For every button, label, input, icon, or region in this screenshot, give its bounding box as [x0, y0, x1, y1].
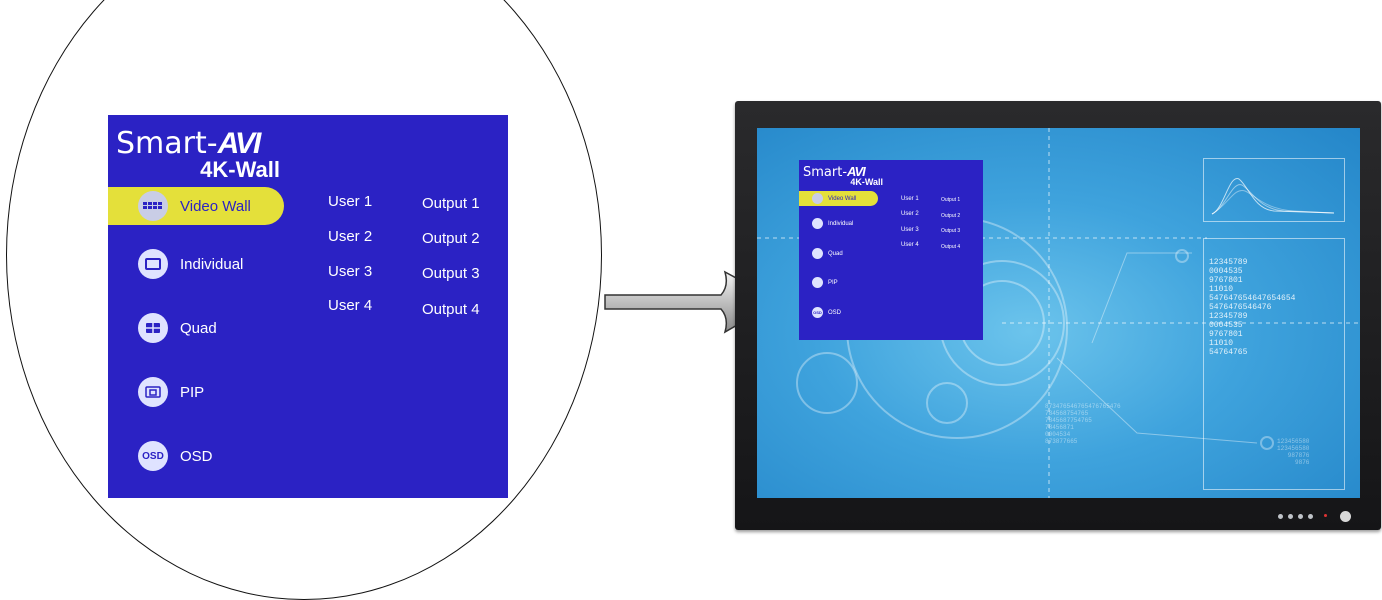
- output-2-label[interactable]: Output 2: [941, 213, 960, 219]
- monitor-button[interactable]: [1278, 514, 1283, 519]
- pip-icon: [138, 377, 168, 407]
- user-3-label[interactable]: User 3: [328, 263, 372, 280]
- quad-icon: [138, 313, 168, 343]
- output-4-label[interactable]: Output 4: [941, 244, 960, 250]
- output-2-label[interactable]: Output 2: [422, 230, 480, 247]
- menu-item-label: Individual: [828, 220, 854, 227]
- menu-item-label: PIP: [180, 383, 205, 401]
- brand-model: 4K-Wall: [200, 157, 280, 182]
- output-1-label[interactable]: Output 1: [941, 197, 960, 203]
- osd-icon: OSD: [138, 441, 168, 471]
- menu-item-osd[interactable]: OSD OSD: [138, 441, 213, 471]
- menu-item-label: OSD: [180, 447, 213, 465]
- user-1-label[interactable]: User 1: [901, 196, 919, 202]
- menu-item-label: Video Wall: [180, 197, 251, 215]
- monitor-control-buttons: [1278, 511, 1351, 522]
- menu-item-label: PIP: [828, 279, 838, 286]
- chart-panel: [1203, 158, 1345, 222]
- monitor-button[interactable]: [1308, 514, 1313, 519]
- video-wall-icon: [812, 193, 823, 204]
- individual-icon: [812, 218, 823, 229]
- video-wall-icon: [138, 191, 168, 221]
- osd-icon: OSD: [812, 307, 823, 318]
- menu-item-pip[interactable]: PIP: [138, 377, 204, 407]
- user-4-label[interactable]: User 4: [328, 297, 372, 314]
- numbers-list-bottom-right: 123456580 123456580 987876 9876: [1277, 438, 1310, 466]
- mini-chart-graphic: [1211, 178, 1335, 215]
- user-2-label[interactable]: User 2: [328, 228, 372, 245]
- monitor-screen: 12345789 0004535 9767801 11010 547647654…: [757, 128, 1360, 498]
- monitor-button[interactable]: [1298, 514, 1303, 519]
- brand-word: Smart-: [116, 126, 218, 161]
- quad-icon: [812, 248, 823, 259]
- brand-model-small: 4K-Wall: [850, 177, 883, 187]
- menu-item-label: OSD: [828, 309, 842, 316]
- osd-menu-on-screen: Smart-AVI 4K-Wall Video Wall Individual …: [799, 160, 983, 340]
- pip-icon: [812, 277, 823, 288]
- menu-item-label: Quad: [828, 250, 843, 257]
- user-1-label[interactable]: User 1: [328, 193, 372, 210]
- menu-item-video-wall[interactable]: Video Wall: [108, 187, 284, 225]
- osd-menu-zoomed: Smart-AVI 4K-Wall Video Wall Individual …: [108, 115, 508, 498]
- power-button[interactable]: [1340, 511, 1351, 522]
- output-3-label[interactable]: Output 3: [422, 265, 480, 282]
- menu-item-label: Video Wall: [828, 195, 857, 202]
- menu-item-pip[interactable]: PIP: [812, 277, 838, 288]
- monitor-button[interactable]: [1288, 514, 1293, 519]
- brand-mark: AVI: [217, 127, 262, 160]
- user-2-label[interactable]: User 2: [901, 211, 919, 217]
- menu-item-quad[interactable]: Quad: [812, 248, 843, 259]
- menu-item-label: Individual: [180, 255, 244, 273]
- menu-item-individual[interactable]: Individual: [138, 249, 243, 279]
- monitor: 12345789 0004535 9767801 11010 547647654…: [735, 101, 1381, 530]
- output-4-label[interactable]: Output 4: [422, 301, 480, 318]
- brand-logo: Smart-AVI: [116, 126, 262, 161]
- menu-item-label: Quad: [180, 319, 217, 337]
- power-led-icon: [1324, 514, 1327, 517]
- individual-icon: [138, 249, 168, 279]
- numbers-list-right-panel: 12345789 0004535 9767801 11010 547647654…: [1209, 258, 1296, 357]
- output-3-label[interactable]: Output 3: [941, 228, 960, 234]
- user-4-label[interactable]: User 4: [901, 242, 919, 248]
- menu-item-video-wall[interactable]: Video Wall: [799, 191, 878, 206]
- user-3-label[interactable]: User 3: [901, 227, 919, 233]
- menu-item-individual[interactable]: Individual: [812, 218, 853, 229]
- numbers-list-center: 873476546765476765476 784568754765 78456…: [1045, 403, 1121, 445]
- menu-item-osd[interactable]: OSD OSD: [812, 307, 841, 318]
- menu-item-quad[interactable]: Quad: [138, 313, 217, 343]
- output-1-label[interactable]: Output 1: [422, 195, 480, 212]
